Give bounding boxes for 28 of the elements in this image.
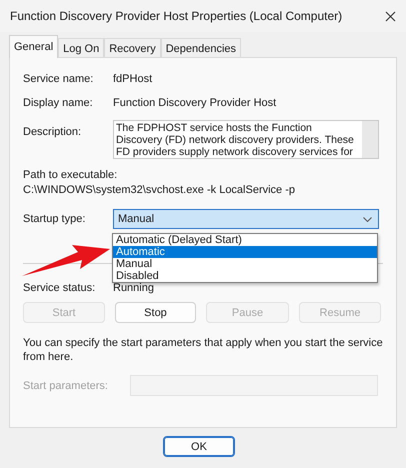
tab[interactable]: Log On (58, 38, 104, 57)
dropdown-option[interactable]: Automatic (113, 246, 377, 258)
status-value: Running (113, 282, 154, 294)
scrollbar[interactable] (362, 121, 378, 158)
chevron-down-icon (363, 216, 372, 222)
window-title: Function Discovery Provider Host Properties (Local Computer) (10, 9, 342, 23)
service-button[interactable]: Stop (115, 302, 196, 323)
tab[interactable]: Dependencies (160, 38, 242, 57)
field-label: Display name: (23, 96, 94, 111)
dropdown-option[interactable]: Automatic (Delayed Start) (113, 234, 377, 246)
field-label: Service status: (23, 282, 96, 294)
field-label: Service name: (23, 72, 94, 87)
field-value: fdPHost (113, 72, 152, 87)
field-value: Function Discovery Provider Host (113, 96, 276, 111)
field-label: Description: (23, 125, 82, 138)
tab[interactable]: Recovery (104, 38, 161, 57)
close-icon[interactable] (385, 10, 396, 22)
hint-text: You can specify the start parameters that apply when you start the service from here. (23, 336, 383, 364)
startup-type-dropdown[interactable]: Manual (113, 209, 379, 229)
tab[interactable]: General (9, 35, 58, 58)
ok-button[interactable]: OK (163, 436, 235, 457)
field-label: Path to executable: (23, 168, 118, 183)
description-text: The FDPHOST service hosts the Function Discovery (FD) network discovery providers. These FD providers supply network discovery services for (115, 121, 355, 158)
field-label: Start parameters: (23, 380, 109, 392)
path-value: C:\WINDOWS\system32\svchost.exe -k LocalService -p (23, 183, 296, 198)
dropdown-option[interactable]: Manual (113, 258, 377, 270)
field-label: Startup type: (23, 213, 86, 225)
dropdown-option[interactable]: Disabled (113, 270, 377, 282)
